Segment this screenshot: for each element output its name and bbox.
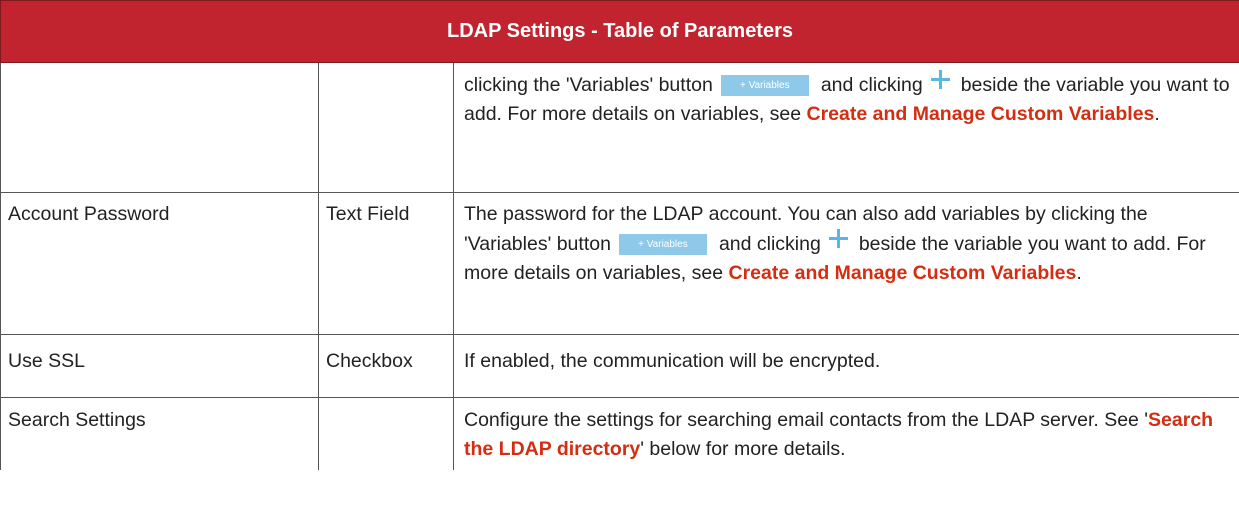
param-cell: Search Settings [0, 397, 319, 470]
desc-text: and clicking [718, 233, 821, 255]
table-title: LDAP Settings - Table of Parameters [0, 0, 1239, 63]
param-cell: Use SSL [0, 334, 319, 398]
table-row-use-ssl: Use SSL Checkbox If enabled, the communi… [0, 334, 1239, 398]
table-row-search-settings: Search Settings Configure the settings f… [0, 397, 1239, 470]
param-cell [0, 62, 319, 193]
variables-button: + Variables [618, 234, 707, 255]
type-cell: Checkbox [318, 334, 454, 398]
create-manage-variables-link[interactable]: Create and Manage Custom Variables [728, 262, 1076, 284]
table-row-account-password: Account Password Text Field The password… [0, 192, 1239, 335]
param-cell: Account Password [0, 192, 319, 335]
description-cell: clicking the 'Variables' button + Variabl… [453, 62, 1239, 193]
create-manage-variables-link[interactable]: Create and Manage Custom Variables [807, 103, 1155, 125]
desc-text: ' below for more details. [640, 438, 846, 460]
table-header-row: LDAP Settings - Table of Parameters [0, 0, 1239, 63]
description-cell: The password for the LDAP account. You c… [453, 192, 1239, 335]
desc-end: . [1076, 262, 1082, 284]
desc-text: Configure the settings for searching ema… [464, 409, 1149, 431]
description-cell: Configure the settings for searching ema… [453, 397, 1239, 470]
plus-icon [828, 229, 848, 248]
table-row-continued: clicking the 'Variables' button + Variabl… [0, 62, 1239, 193]
desc-end: . [1154, 103, 1160, 125]
type-cell: Text Field [318, 192, 454, 335]
desc-text: clicking the 'Variables' button [464, 74, 713, 96]
variables-button: + Variables [720, 75, 809, 96]
plus-icon [930, 70, 950, 89]
ldap-parameters-table: LDAP Settings - Table of Parameters clic… [0, 0, 1239, 470]
desc-text: and clicking [820, 74, 923, 96]
type-cell [318, 397, 454, 470]
type-cell [318, 62, 454, 193]
description-cell: If enabled, the communication will be en… [453, 334, 1239, 398]
parameters-table-wrapper: LDAP Settings - Table of Parameters clic… [0, 0, 1239, 470]
